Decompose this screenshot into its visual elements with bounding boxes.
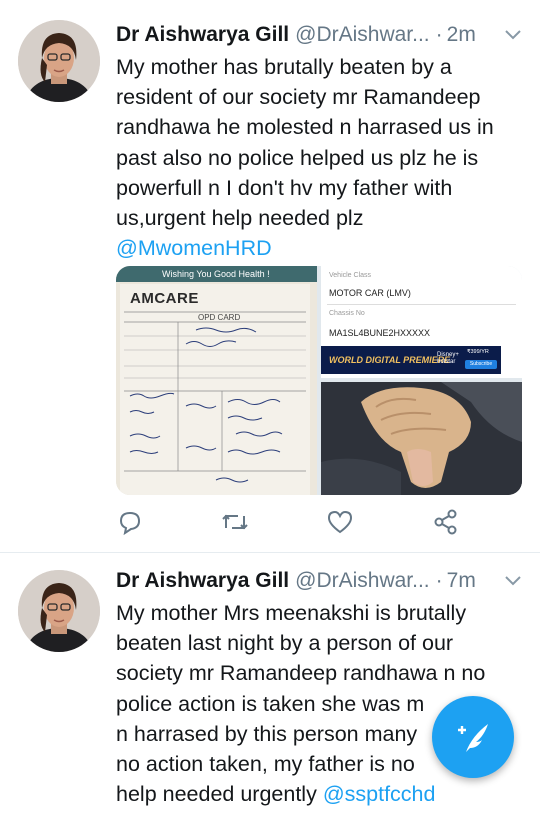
- tweet-actions: [116, 508, 496, 538]
- tweet-header: Dr Aishwarya Gill @DrAishwar... · 2m: [116, 18, 526, 52]
- vehicle-details-screenshot[interactable]: Vehicle Class MOTOR CAR (LMV) Chassis No…: [321, 266, 522, 378]
- timestamp[interactable]: 7m: [447, 569, 476, 593]
- reply-icon[interactable]: [116, 508, 146, 538]
- banner-cta[interactable]: Subscribe: [465, 360, 497, 369]
- injured-hand-photo[interactable]: [321, 382, 522, 495]
- chevron-down-icon[interactable]: [504, 569, 522, 593]
- display-name[interactable]: Dr Aishwarya Gill: [116, 569, 289, 593]
- tweet-line: beaten last night by a person of our: [116, 631, 454, 656]
- compose-tweet-button[interactable]: [432, 696, 514, 778]
- user-handle[interactable]: @DrAishwar...: [295, 23, 430, 47]
- avatar[interactable]: [18, 570, 100, 652]
- card-brand: AMCARE: [130, 290, 199, 307]
- card-title: Wishing You Good Health !: [162, 269, 270, 279]
- compose-tweet-icon: [458, 724, 488, 752]
- tweet-line: society mr Ramandeep randhawa n no: [116, 661, 486, 686]
- user-handle[interactable]: @DrAishwar...: [295, 569, 430, 593]
- display-name[interactable]: Dr Aishwarya Gill: [116, 23, 289, 47]
- chassis-label: Chassis No: [329, 310, 365, 317]
- tweet-media-grid[interactable]: Wishing You Good Health ! AMCARE OPD CAR…: [116, 266, 522, 495]
- timestamp[interactable]: 2m: [447, 23, 476, 47]
- tweet[interactable]: Dr Aishwarya Gill @DrAishwar... · 2m My …: [0, 0, 540, 552]
- separator-dot: ·: [435, 23, 443, 46]
- tweet-header: Dr Aishwarya Gill @DrAishwar... · 7m: [116, 564, 526, 598]
- opd-card-photo[interactable]: Wishing You Good Health ! AMCARE OPD CAR…: [116, 266, 317, 495]
- separator-dot: ·: [435, 569, 443, 592]
- share-icon[interactable]: [432, 508, 462, 538]
- avatar[interactable]: [18, 20, 100, 102]
- vehicle-class-value: MOTOR CAR (LMV): [329, 288, 411, 298]
- heart-icon[interactable]: [326, 508, 356, 538]
- tweet-text: My mother has brutally beaten by a resid…: [116, 52, 520, 263]
- mention-link[interactable]: @MwomenHRD: [116, 236, 272, 260]
- banner-price: ₹399/YR: [467, 349, 489, 355]
- chassis-value: MA1SL4BUNE2HXXXXX: [329, 328, 431, 338]
- retweet-icon[interactable]: [220, 508, 250, 538]
- banner-brand: Disney+ hotstar: [437, 352, 459, 365]
- chevron-down-icon[interactable]: [504, 23, 522, 47]
- banner-text: WORLD DIGITAL PREMIERE: [329, 355, 451, 365]
- tweet-body: My mother has brutally beaten by a resid…: [116, 55, 494, 231]
- vehicle-class-label: Vehicle Class: [329, 272, 372, 279]
- mention-link[interactable]: @ssptfcchd: [323, 782, 436, 806]
- tweet-line: help needed urgently: [116, 782, 317, 807]
- card-heading: OPD CARD: [198, 313, 241, 322]
- tweet-line: My mother Mrs meenakshi is brutally: [116, 601, 467, 625]
- ad-banner[interactable]: WORLD DIGITAL PREMIERE Disney+ hotstar ₹…: [321, 346, 501, 374]
